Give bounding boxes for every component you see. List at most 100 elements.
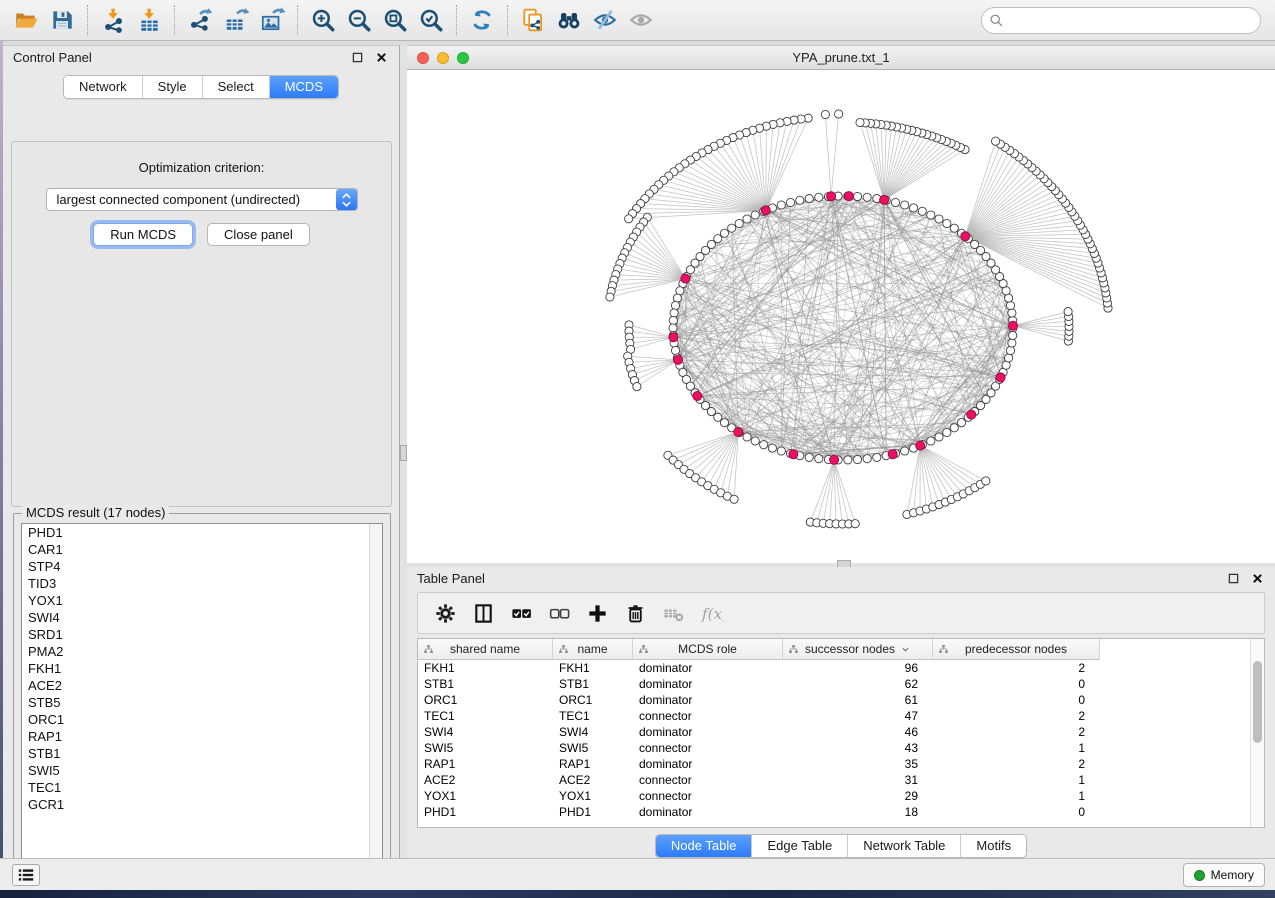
mcds-result-list[interactable]: PHD1CAR1STP4TID3YOX1SWI4SRD1PMA2FKH1ACE2… (21, 523, 383, 879)
list-item[interactable]: ACE2 (22, 677, 382, 694)
list-item[interactable]: PMA2 (22, 643, 382, 660)
tab-network-table[interactable]: Network Table (848, 835, 961, 857)
network-graph[interactable] (407, 70, 1273, 563)
tab-edge-table[interactable]: Edge Table (752, 835, 848, 857)
float-panel-icon[interactable] (1225, 571, 1241, 587)
list-item[interactable]: SWI4 (22, 609, 382, 626)
export-table-button[interactable] (218, 4, 254, 36)
result-list-scrollbar[interactable] (369, 524, 382, 878)
list-icon (18, 868, 34, 882)
memory-button[interactable]: Memory (1183, 863, 1265, 887)
table-row[interactable]: TEC1TEC1connector472 (418, 708, 1264, 724)
zoom-selected-button[interactable] (413, 4, 449, 36)
save-session-button[interactable] (44, 4, 80, 36)
clone-network-button[interactable] (515, 4, 551, 36)
add-button[interactable] (580, 596, 614, 630)
table-row[interactable]: FKH1FKH1dominator962 (418, 660, 1264, 676)
list-item[interactable]: STB5 (22, 694, 382, 711)
list-item[interactable]: PHD1 (22, 524, 382, 541)
list-item[interactable]: TEC1 (22, 779, 382, 796)
vertical-splitter[interactable] (400, 45, 407, 858)
column-header-shared-name[interactable]: shared name (418, 639, 553, 660)
tab-node-table[interactable]: Node Table (656, 835, 753, 857)
zoom-in-button[interactable] (305, 4, 341, 36)
close-panel-button[interactable]: Close panel (207, 223, 310, 246)
gear-button[interactable] (428, 596, 462, 630)
list-item[interactable]: SWI5 (22, 762, 382, 779)
list-item[interactable]: STB1 (22, 745, 382, 762)
list-item[interactable]: ORC1 (22, 711, 382, 728)
column-header-MCDS-role[interactable]: MCDS role (633, 639, 783, 660)
column-layout-button[interactable] (466, 596, 500, 630)
import-network-button[interactable] (95, 4, 131, 36)
toolbar-separator (456, 5, 457, 35)
list-item[interactable]: YOX1 (22, 592, 382, 609)
table-cell: 61 (783, 692, 933, 708)
deselect-all-button[interactable] (542, 596, 576, 630)
column-header-name[interactable]: name (553, 639, 633, 660)
table-cell: dominator (633, 756, 783, 772)
table-scrollbar[interactable] (1250, 639, 1264, 827)
column-header-successor-nodes[interactable]: successor nodes (783, 639, 933, 660)
table-row[interactable]: SWI4SWI4dominator462 (418, 724, 1264, 740)
tab-style[interactable]: Style (143, 76, 203, 98)
delete-button[interactable] (618, 596, 652, 630)
zoom-selected-icon (418, 7, 444, 33)
optimization-criterion-select[interactable]: largest connected component (undirected) (46, 188, 358, 211)
table-cell: 1 (933, 772, 1100, 788)
table-cell: connector (633, 740, 783, 756)
find-button[interactable] (551, 4, 587, 36)
table-cell: 29 (783, 788, 933, 804)
zoom-out-icon (346, 7, 372, 33)
list-item[interactable]: CAR1 (22, 541, 382, 558)
table-row[interactable]: PHD1PHD1dominator180 (418, 804, 1264, 820)
splitter-grip[interactable] (400, 445, 407, 461)
float-panel-icon[interactable] (349, 50, 365, 66)
network-canvas[interactable] (407, 70, 1275, 563)
table-row[interactable]: STB1STB1dominator620 (418, 676, 1264, 692)
list-item[interactable]: FKH1 (22, 660, 382, 677)
list-item[interactable]: SRD1 (22, 626, 382, 643)
table-row[interactable]: YOX1YOX1connector291 (418, 788, 1264, 804)
open-file-button[interactable] (8, 4, 44, 36)
table-row[interactable]: RAP1RAP1dominator352 (418, 756, 1264, 772)
table-scrollbar-thumb[interactable] (1253, 661, 1262, 743)
delete-icon (624, 602, 647, 625)
table-cell: TEC1 (418, 708, 553, 724)
list-item[interactable]: RAP1 (22, 728, 382, 745)
search-input[interactable] (981, 7, 1261, 34)
import-network-icon (100, 7, 126, 33)
table-row[interactable]: SWI5SWI5connector431 (418, 740, 1264, 756)
zoom-fit-button[interactable] (377, 4, 413, 36)
list-item[interactable]: TID3 (22, 575, 382, 592)
table-cell: 1 (933, 788, 1100, 804)
mcds-hub-node (996, 373, 1005, 382)
run-mcds-button[interactable]: Run MCDS (93, 223, 193, 246)
list-item[interactable]: GCR1 (22, 796, 382, 813)
tab-select[interactable]: Select (203, 76, 270, 98)
export-network-button[interactable] (182, 4, 218, 36)
list-item[interactable]: STP4 (22, 558, 382, 575)
close-panel-icon[interactable] (1249, 571, 1265, 587)
show-all-button[interactable] (623, 4, 659, 36)
close-panel-icon[interactable] (373, 50, 389, 66)
tab-mcds[interactable]: MCDS (270, 76, 338, 98)
table-header-row: shared namename MCDS role successor nodesp… (418, 639, 1264, 660)
table-row[interactable]: ORC1ORC1dominator610 (418, 692, 1264, 708)
column-header-predecessor-nodes[interactable]: predecessor nodes (933, 639, 1100, 660)
select-all-button[interactable] (504, 596, 538, 630)
table-row[interactable]: ACE2ACE2connector311 (418, 772, 1264, 788)
zoom-out-button[interactable] (341, 4, 377, 36)
export-image-button[interactable] (254, 4, 290, 36)
function-button: f(x) (694, 596, 728, 630)
import-table-button[interactable] (131, 4, 167, 36)
task-history-button[interactable] (12, 864, 40, 886)
tab-motifs[interactable]: Motifs (961, 835, 1026, 857)
table-panel-title: Table Panel (417, 571, 485, 586)
hide-selected-button[interactable] (587, 4, 623, 36)
column-header-label: MCDS role (678, 642, 737, 656)
zoom-in-icon (310, 7, 336, 33)
refresh-button[interactable] (464, 4, 500, 36)
tab-network[interactable]: Network (64, 76, 143, 98)
table-cell: FKH1 (553, 660, 633, 676)
